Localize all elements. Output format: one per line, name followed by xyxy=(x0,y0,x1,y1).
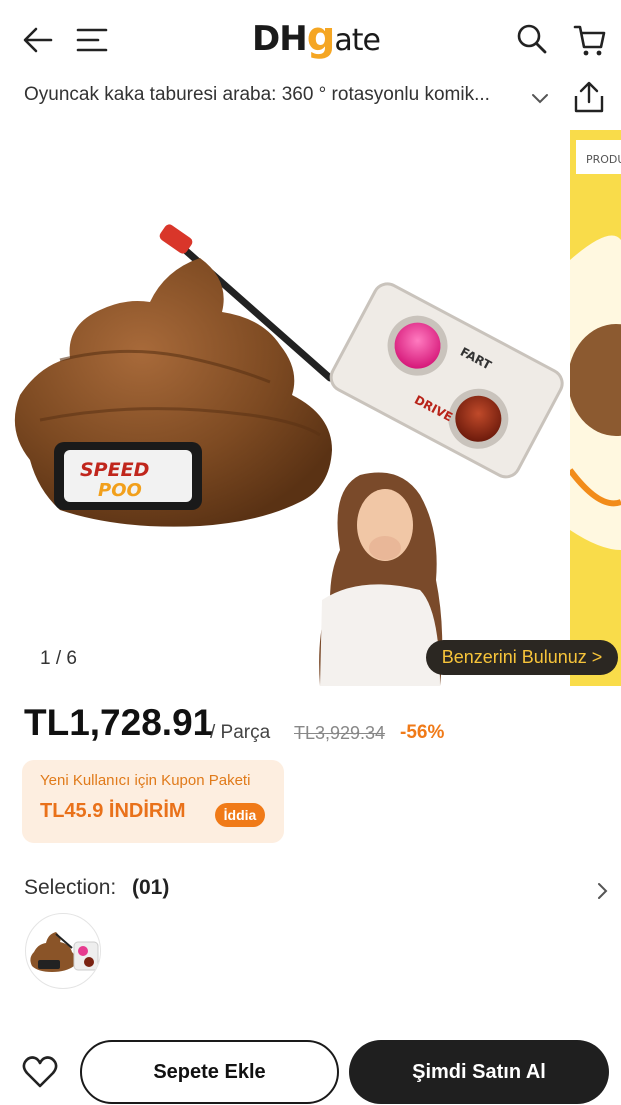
next-product-image-preview[interactable]: PRODU xyxy=(570,130,621,686)
logo-ate: ate xyxy=(334,23,381,58)
selection-label: Selection: xyxy=(24,876,117,899)
side-image-label: PRODU xyxy=(586,153,621,166)
cart-button[interactable] xyxy=(570,20,610,60)
bottom-action-bar: Sepete Ekle Şimdi Satın Al xyxy=(0,1035,621,1105)
variant-thumbnail[interactable] xyxy=(25,913,101,989)
coupon-value: TL45.9 İNDİRİM xyxy=(40,800,186,822)
product-title-row: Oyuncak kaka taburesi araba: 360 ° rotas… xyxy=(0,80,621,120)
original-price: TL3,929.34 xyxy=(294,723,386,743)
find-similar-button[interactable]: Benzerini Bulunuz > xyxy=(426,640,618,675)
menu-button[interactable] xyxy=(72,22,112,58)
heart-icon xyxy=(22,1056,58,1088)
share-icon xyxy=(574,81,604,113)
coupon-title: Yeni Kullanıcı için Kupon Paketi xyxy=(40,772,251,789)
logo-g: g xyxy=(306,14,336,60)
price-row: TL1,728.91 / Parça TL3,929.34 -56% xyxy=(24,702,604,752)
current-price: TL1,728.91 xyxy=(24,702,214,743)
back-arrow-icon xyxy=(23,27,53,53)
product-main-image[interactable]: SPEED POO DRIVE FART xyxy=(0,130,570,686)
logo-dh: DH xyxy=(252,19,308,59)
chevron-down-icon xyxy=(532,94,548,104)
search-icon xyxy=(517,24,547,54)
dhgate-logo[interactable]: DH g ate xyxy=(252,14,381,66)
add-to-cart-button[interactable]: Sepete Ekle xyxy=(80,1040,339,1104)
share-button[interactable] xyxy=(572,80,610,118)
variant-thumbnail-image xyxy=(30,932,99,972)
expand-title-button[interactable] xyxy=(528,86,552,110)
price-unit: / Parça xyxy=(210,722,271,743)
product-image-gallery[interactable]: SPEED POO DRIVE FART PRODU 1 / 6 Benzeri… xyxy=(0,130,621,686)
discount-badge: -56% xyxy=(400,722,445,743)
buy-now-button[interactable]: Şimdi Satın Al xyxy=(349,1040,609,1104)
variant-selection-row[interactable]: Selection: (01) xyxy=(24,874,614,904)
coupon-claim-button[interactable]: İddia xyxy=(215,803,265,827)
top-header: DH g ate xyxy=(0,0,621,80)
next-image-art: PRODU xyxy=(570,130,621,686)
search-button[interactable] xyxy=(512,20,552,58)
new-user-coupon-card[interactable]: Yeni Kullanıcı için Kupon Paketi TL45.9 … xyxy=(22,760,284,843)
chevron-right-icon xyxy=(598,883,608,899)
cart-icon xyxy=(573,25,606,56)
gallery-counter: 1 / 6 xyxy=(40,648,77,669)
brand-badge-speed: SPEED xyxy=(80,459,149,481)
brand-badge-poo: POO xyxy=(98,480,142,501)
wishlist-button[interactable] xyxy=(22,1055,58,1089)
selection-count: (01) xyxy=(132,876,170,899)
back-button[interactable] xyxy=(18,22,58,58)
menu-icon xyxy=(76,28,108,52)
product-title: Oyuncak kaka taburesi araba: 360 ° rotas… xyxy=(24,84,490,105)
